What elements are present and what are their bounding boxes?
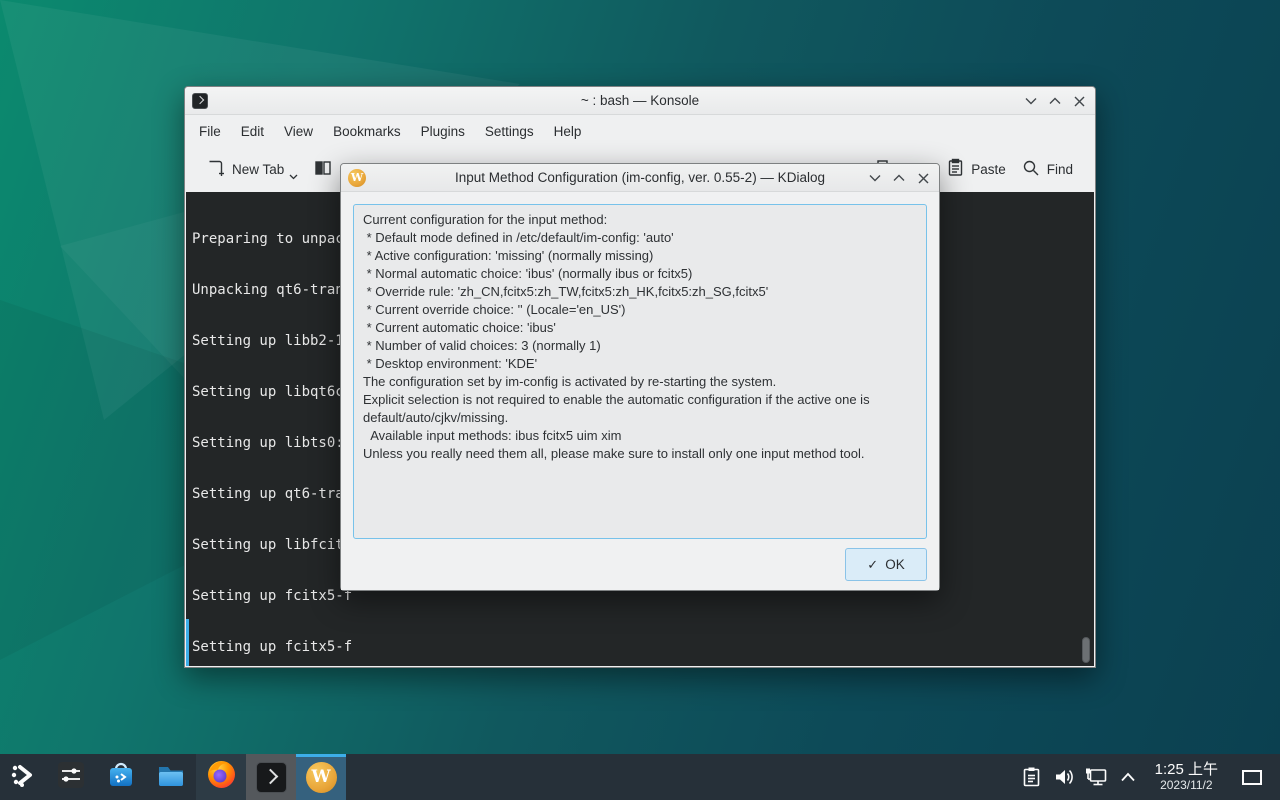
taskbar-konsole[interactable] bbox=[246, 754, 296, 800]
volume-icon[interactable] bbox=[1051, 754, 1077, 800]
menu-file[interactable]: File bbox=[189, 120, 231, 143]
discover-icon bbox=[106, 760, 136, 795]
dialog-text-line: * Active configuration: 'missing' (norma… bbox=[363, 247, 917, 265]
new-tab-label: New Tab bbox=[232, 162, 284, 177]
split-view-icon bbox=[314, 159, 332, 180]
maximize-icon[interactable] bbox=[887, 166, 911, 190]
dialog-text-line: Available input methods: ibus fcitx5 uim… bbox=[363, 427, 917, 445]
find-icon bbox=[1022, 159, 1040, 180]
close-icon[interactable] bbox=[911, 166, 935, 190]
dialog-text-line: * Current automatic choice: 'ibus' bbox=[363, 319, 917, 337]
taskbar: W 1:25 上午 2023/11/2 bbox=[0, 754, 1280, 800]
im-config-dialog: W Input Method Configuration (im-config,… bbox=[340, 163, 940, 591]
dialog-body: Current configuration for the input meth… bbox=[341, 192, 939, 590]
clock-date: 2023/11/2 bbox=[1155, 779, 1218, 793]
show-desktop-icon[interactable] bbox=[1242, 770, 1262, 785]
discover-button[interactable] bbox=[96, 754, 146, 800]
check-icon: ✓ bbox=[867, 557, 878, 573]
folder-icon bbox=[156, 760, 186, 795]
file-manager-button[interactable] bbox=[146, 754, 196, 800]
im-config-w-icon: W bbox=[306, 762, 337, 793]
dialog-text-line: Unless you really need them all, please … bbox=[363, 445, 917, 463]
clipboard-icon[interactable] bbox=[1019, 754, 1045, 800]
dialog-text-line: * Normal automatic choice: 'ibus' (norma… bbox=[363, 265, 917, 283]
ok-button[interactable]: ✓ OK bbox=[845, 548, 927, 581]
expand-tray-caret-icon[interactable] bbox=[1115, 754, 1141, 800]
ok-button-label: OK bbox=[885, 557, 905, 572]
dialog-text-line: * Current override choice: '' (Locale='e… bbox=[363, 301, 917, 319]
new-tab-button[interactable]: New Tab bbox=[199, 150, 306, 189]
terminal-line: Setting up fcitx5-f bbox=[192, 639, 1088, 656]
clock-time: 1:25 上午 bbox=[1155, 761, 1218, 778]
paste-button[interactable]: Paste bbox=[939, 152, 1014, 186]
menu-view[interactable]: View bbox=[274, 120, 323, 143]
menu-help[interactable]: Help bbox=[544, 120, 592, 143]
dialog-text-line: Explicit selection is not required to en… bbox=[363, 391, 917, 427]
dialog-text-line: The configuration set by im-config is ac… bbox=[363, 373, 917, 391]
menu-plugins[interactable]: Plugins bbox=[411, 120, 475, 143]
chevron-down-icon bbox=[289, 168, 298, 183]
app-launcher-button[interactable] bbox=[0, 754, 46, 800]
konsole-icon bbox=[256, 762, 287, 793]
dialog-titlebar[interactable]: W Input Method Configuration (im-config,… bbox=[341, 164, 939, 192]
im-config-w-icon: W bbox=[348, 169, 366, 187]
konsole-window-title: ~ : bash — Konsole bbox=[185, 93, 1095, 108]
menu-edit[interactable]: Edit bbox=[231, 120, 274, 143]
app-launcher-icon bbox=[9, 761, 37, 794]
terminal-activity-indicator bbox=[186, 619, 189, 666]
system-settings-icon bbox=[56, 760, 86, 795]
taskbar-firefox[interactable] bbox=[196, 754, 246, 800]
system-tray: 1:25 上午 2023/11/2 bbox=[1019, 754, 1280, 800]
clock-widget[interactable]: 1:25 上午 2023/11/2 bbox=[1147, 761, 1226, 792]
terminal-scrollbar[interactable] bbox=[1082, 637, 1090, 663]
dialog-text-line: * Desktop environment: 'KDE' bbox=[363, 355, 917, 373]
paste-icon bbox=[947, 158, 964, 180]
system-settings-button[interactable] bbox=[46, 754, 96, 800]
firefox-icon bbox=[206, 759, 237, 795]
konsole-icon bbox=[192, 93, 208, 109]
network-icon[interactable] bbox=[1083, 754, 1109, 800]
dialog-text-line: * Number of valid choices: 3 (normally 1… bbox=[363, 337, 917, 355]
minimize-icon[interactable] bbox=[863, 166, 887, 190]
new-tab-icon bbox=[207, 159, 225, 180]
close-icon[interactable] bbox=[1067, 89, 1091, 113]
dialog-message-area[interactable]: Current configuration for the input meth… bbox=[353, 204, 927, 539]
dialog-text-line: * Default mode defined in /etc/default/i… bbox=[363, 229, 917, 247]
paste-label: Paste bbox=[971, 162, 1006, 177]
taskbar-im-config-dialog[interactable]: W bbox=[296, 754, 346, 800]
konsole-titlebar[interactable]: ~ : bash — Konsole bbox=[185, 87, 1095, 115]
menu-bookmarks[interactable]: Bookmarks bbox=[323, 120, 411, 143]
maximize-icon[interactable] bbox=[1043, 89, 1067, 113]
find-label: Find bbox=[1047, 162, 1073, 177]
dialog-title: Input Method Configuration (im-config, v… bbox=[341, 170, 939, 185]
dialog-text-line: * Override rule: 'zh_CN,fcitx5:zh_TW,fci… bbox=[363, 283, 917, 301]
dialog-text-line: Current configuration for the input meth… bbox=[363, 211, 917, 229]
menu-settings[interactable]: Settings bbox=[475, 120, 544, 143]
minimize-icon[interactable] bbox=[1019, 89, 1043, 113]
find-button[interactable]: Find bbox=[1014, 153, 1081, 186]
konsole-menubar: File Edit View Bookmarks Plugins Setting… bbox=[185, 115, 1095, 147]
